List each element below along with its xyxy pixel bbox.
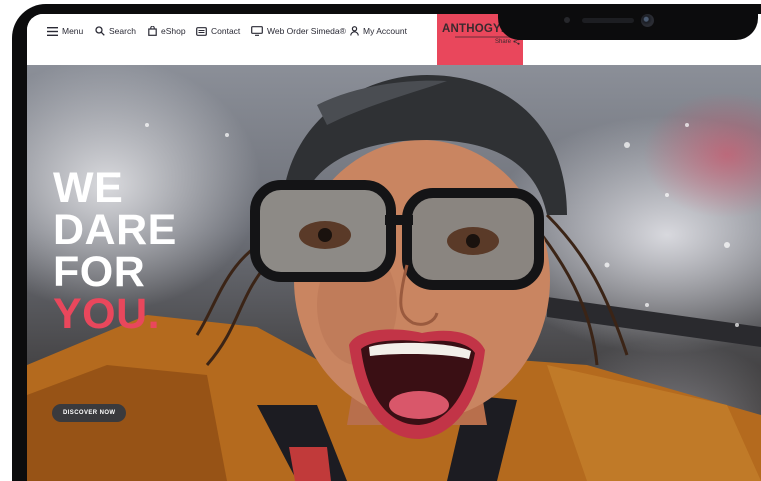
headline-line-4: YOU. xyxy=(53,290,161,338)
search-label: Search xyxy=(109,26,136,36)
hero-banner: WE DARE FOR YOU. DISCOVER NOW xyxy=(27,65,761,481)
menu-icon xyxy=(47,26,58,36)
hero-headline: WE DARE FOR YOU. xyxy=(53,164,177,338)
headline-line-2: DARE xyxy=(53,206,177,254)
contact-icon xyxy=(196,26,207,36)
discover-now-button[interactable]: DISCOVER NOW xyxy=(52,404,127,422)
web-order-link[interactable]: Web Order Simeda® xyxy=(251,23,346,39)
tongue xyxy=(389,391,449,419)
my-account-link[interactable]: My Account xyxy=(350,23,407,39)
menu-label: Menu xyxy=(62,26,84,36)
camera-notch xyxy=(498,4,758,40)
goggle-bridge xyxy=(385,215,413,225)
user-icon xyxy=(350,26,359,36)
device-mockup: Menu Search eShop Contact Web Order Sime… xyxy=(0,0,761,481)
eshop-label: eShop xyxy=(161,26,186,36)
menu-button[interactable]: Menu xyxy=(47,23,83,39)
headline-line-3: FOR xyxy=(53,248,146,296)
pupil-right xyxy=(466,234,480,248)
contact-label: Contact xyxy=(211,26,241,36)
my-account-label: My Account xyxy=(363,26,407,36)
search-icon xyxy=(95,26,105,36)
camera-icon xyxy=(641,14,654,27)
screen: Menu Search eShop Contact Web Order Sime… xyxy=(27,14,761,481)
bag-icon xyxy=(148,26,157,36)
contact-link[interactable]: Contact xyxy=(196,23,240,39)
speaker-grille xyxy=(582,18,634,23)
vest-buckle xyxy=(289,447,331,481)
web-order-label: Web Order Simeda® xyxy=(267,26,346,36)
eshop-link[interactable]: eShop xyxy=(148,23,186,39)
pupil-left xyxy=(318,228,332,242)
sensor-dot xyxy=(564,17,570,23)
headline-line-1: WE xyxy=(53,164,124,212)
search-button[interactable]: Search xyxy=(95,23,136,39)
paddle-shape xyxy=(547,297,761,347)
monitor-icon xyxy=(251,26,263,36)
share-label: Share xyxy=(494,38,511,45)
